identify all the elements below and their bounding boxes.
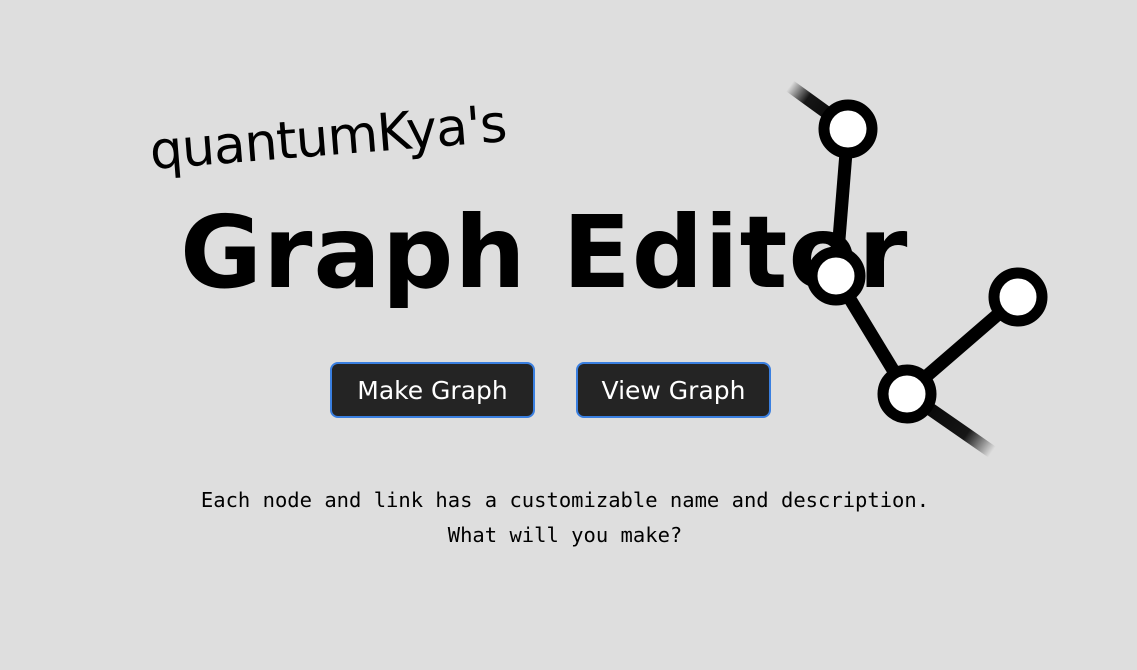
make-graph-button[interactable]: Make Graph bbox=[330, 362, 535, 418]
graph-node bbox=[806, 246, 866, 306]
graph-node bbox=[877, 364, 937, 424]
view-graph-button[interactable]: View Graph bbox=[576, 362, 771, 418]
description-line-2: What will you make? bbox=[447, 523, 683, 547]
graph-node bbox=[988, 267, 1048, 327]
graph-node bbox=[818, 99, 878, 159]
description: Each node and link has a customizable na… bbox=[0, 483, 1130, 553]
description-line-1: Each node and link has a customizable na… bbox=[200, 488, 930, 512]
graph-logo-illustration bbox=[783, 79, 1048, 459]
